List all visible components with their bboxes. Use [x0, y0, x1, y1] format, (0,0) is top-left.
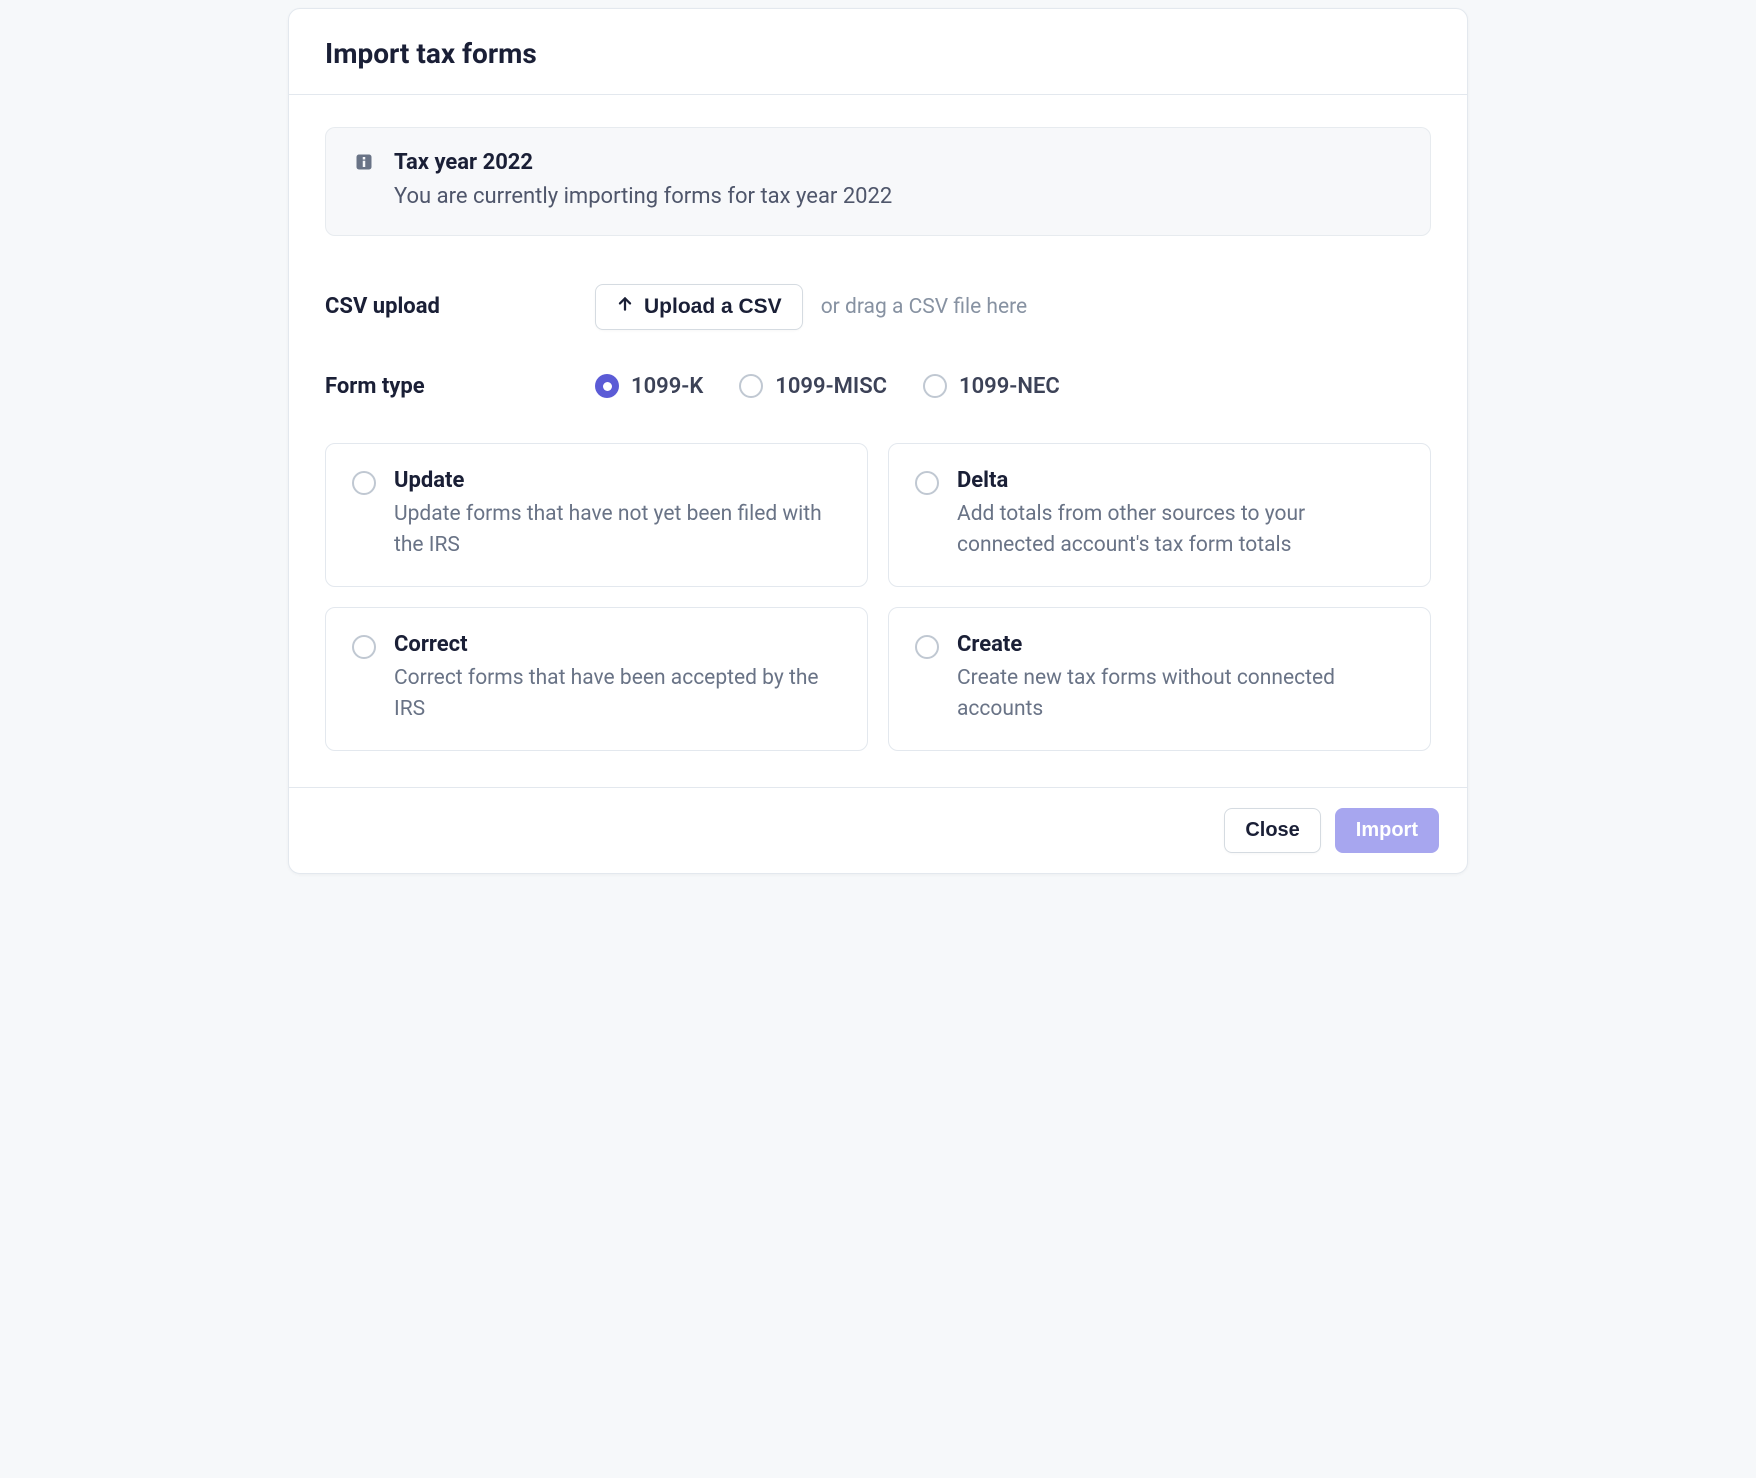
- banner-description: You are currently importing forms for ta…: [394, 181, 892, 213]
- import-button[interactable]: Import: [1335, 808, 1439, 853]
- option-description: Correct forms that have been accepted by…: [394, 663, 841, 726]
- radio-label: 1099-K: [631, 374, 703, 399]
- banner-text: Tax year 2022 You are currently importin…: [394, 150, 892, 213]
- radio-unselected-icon: [915, 471, 939, 495]
- csv-drag-hint: or drag a CSV file here: [821, 295, 1027, 319]
- upload-csv-button-label: Upload a CSV: [644, 295, 782, 319]
- radio-unselected-icon: [915, 635, 939, 659]
- option-description: Create new tax forms without connected a…: [957, 663, 1404, 726]
- import-mode-option-delta[interactable]: Delta Add totals from other sources to y…: [888, 443, 1431, 587]
- dialog-title: Import tax forms: [325, 37, 1431, 70]
- option-title: Correct: [394, 632, 841, 657]
- option-text: Create Create new tax forms without conn…: [957, 632, 1404, 726]
- radio-unselected-icon: [352, 471, 376, 495]
- radio-selected-icon: [595, 374, 619, 398]
- import-mode-options: Update Update forms that have not yet be…: [325, 443, 1431, 751]
- form-type-label: Form type: [325, 374, 595, 399]
- option-text: Correct Correct forms that have been acc…: [394, 632, 841, 726]
- csv-dropzone[interactable]: Upload a CSV or drag a CSV file here: [595, 284, 1027, 330]
- upload-arrow-icon: [616, 295, 634, 319]
- radio-unselected-icon: [923, 374, 947, 398]
- dialog-header: Import tax forms: [289, 9, 1467, 95]
- radio-label: 1099-MISC: [775, 374, 887, 399]
- radio-label: 1099-NEC: [959, 374, 1060, 399]
- option-text: Delta Add totals from other sources to y…: [957, 468, 1404, 562]
- csv-upload-label: CSV upload: [325, 294, 595, 319]
- import-mode-option-update[interactable]: Update Update forms that have not yet be…: [325, 443, 868, 587]
- option-title: Create: [957, 632, 1404, 657]
- form-type-option-1099-nec[interactable]: 1099-NEC: [923, 374, 1060, 399]
- banner-title: Tax year 2022: [394, 150, 892, 175]
- dialog-footer: Close Import: [289, 787, 1467, 873]
- radio-unselected-icon: [352, 635, 376, 659]
- form-type-radio-group: 1099-K 1099-MISC 1099-NEC: [595, 374, 1060, 399]
- form-type-row: Form type 1099-K 1099-MISC 1099-NEC: [325, 374, 1431, 399]
- form-type-option-1099-k[interactable]: 1099-K: [595, 374, 703, 399]
- option-description: Update forms that have not yet been file…: [394, 499, 841, 562]
- close-button[interactable]: Close: [1224, 808, 1320, 853]
- import-mode-option-correct[interactable]: Correct Correct forms that have been acc…: [325, 607, 868, 751]
- option-description: Add totals from other sources to your co…: [957, 499, 1404, 562]
- option-text: Update Update forms that have not yet be…: [394, 468, 841, 562]
- dialog-body: Tax year 2022 You are currently importin…: [289, 95, 1467, 787]
- info-icon: [354, 150, 374, 176]
- option-title: Update: [394, 468, 841, 493]
- radio-unselected-icon: [739, 374, 763, 398]
- csv-upload-row: CSV upload Upload a CSV or drag a CSV fi…: [325, 284, 1431, 330]
- tax-year-banner: Tax year 2022 You are currently importin…: [325, 127, 1431, 236]
- option-title: Delta: [957, 468, 1404, 493]
- form-type-option-1099-misc[interactable]: 1099-MISC: [739, 374, 887, 399]
- import-tax-forms-dialog: Import tax forms Tax year 2022 You are c…: [288, 8, 1468, 874]
- upload-csv-button[interactable]: Upload a CSV: [595, 284, 803, 330]
- import-mode-option-create[interactable]: Create Create new tax forms without conn…: [888, 607, 1431, 751]
